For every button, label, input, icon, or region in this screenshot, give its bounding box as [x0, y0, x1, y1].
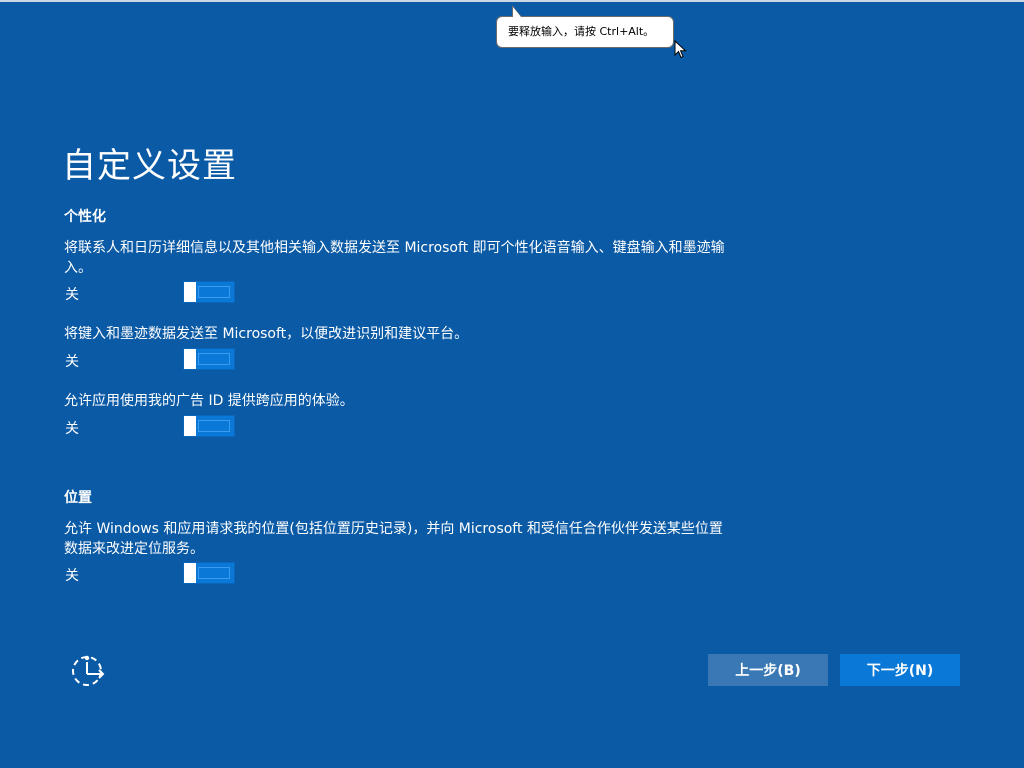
toggle-knob: [184, 349, 196, 369]
location-heading: 位置: [64, 490, 92, 506]
toggle-knob: [184, 416, 196, 436]
location-option-description: 允许 Windows 和应用请求我的位置(包括位置历史记录)，并向 Micros…: [64, 521, 723, 557]
personalization-option-3-toggle[interactable]: [183, 415, 235, 437]
personalization-option-3-description: 允许应用使用我的广告 ID 提供跨应用的体验。: [64, 393, 354, 409]
personalization-heading: 个性化: [64, 209, 106, 225]
location-option-state: 关: [65, 568, 79, 584]
window-top-edge: [0, 0, 1024, 2]
toggle-track: [198, 567, 230, 579]
mouse-pointer-icon: [674, 40, 687, 59]
personalization-option-1-state: 关: [65, 287, 79, 303]
personalization-option-1-description: 将联系人和日历详细信息以及其他相关输入数据发送至 Microsoft 即可个性化…: [64, 240, 725, 276]
personalization-option-2-description: 将键入和墨迹数据发送至 Microsoft，以便改进识别和建议平台。: [64, 326, 469, 342]
ease-of-access-icon[interactable]: [70, 654, 106, 688]
setup-page: 要释放输入，请按 Ctrl+Alt。 自定义设置 个性化 将联系人和日历详细信息…: [0, 0, 1024, 768]
toggle-knob: [184, 563, 196, 583]
toggle-knob: [184, 282, 196, 302]
toggle-track: [198, 420, 230, 432]
page-title: 自定义设置: [62, 146, 237, 186]
personalization-option-1-toggle[interactable]: [183, 281, 235, 303]
tooltip-tail-fill: [513, 7, 521, 17]
personalization-option-2-state: 关: [65, 354, 79, 370]
back-button[interactable]: 上一步(B): [708, 654, 828, 686]
personalization-option-2-toggle[interactable]: [183, 348, 235, 370]
location-option-toggle[interactable]: [183, 562, 235, 584]
personalization-option-3-state: 关: [65, 421, 79, 437]
toggle-track: [198, 353, 230, 365]
toggle-track: [198, 286, 230, 298]
next-button[interactable]: 下一步(N): [840, 654, 960, 686]
release-input-tooltip: 要释放输入，请按 Ctrl+Alt。: [496, 16, 674, 48]
